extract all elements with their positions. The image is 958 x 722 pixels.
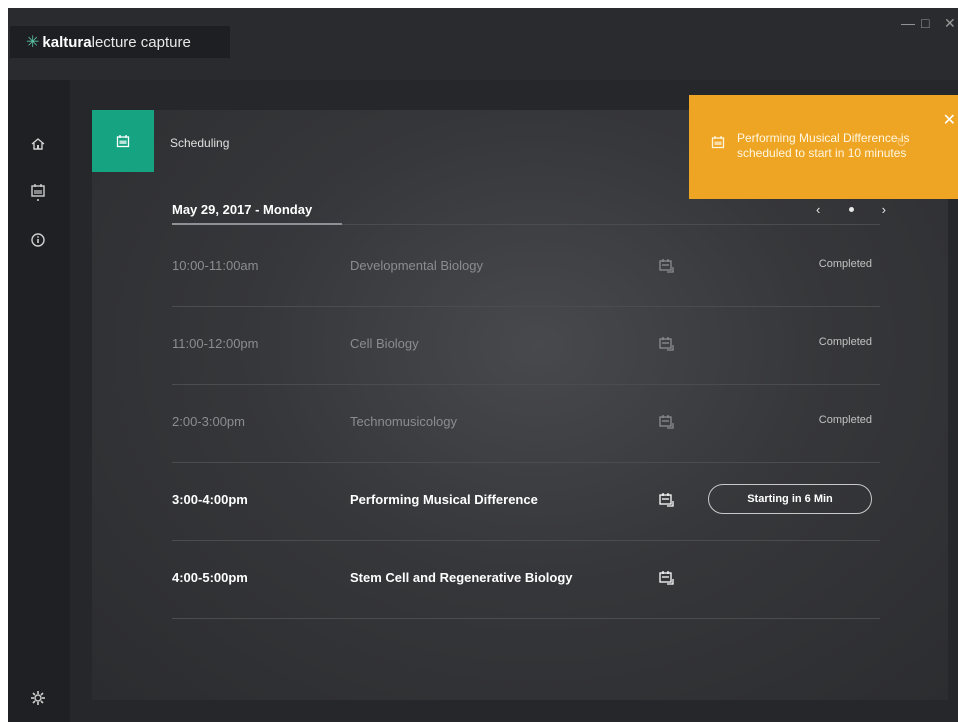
session-title: Cell Biology bbox=[350, 336, 419, 351]
sidebar-item-info[interactable] bbox=[26, 228, 50, 252]
table-row[interactable]: 2:00-3:00pm Technomusicology Completed bbox=[172, 384, 880, 463]
session-title: Performing Musical Difference bbox=[350, 492, 538, 507]
close-window-button[interactable]: ✕ bbox=[944, 16, 956, 30]
start-session-button[interactable]: Starting in 6 Min bbox=[708, 484, 872, 514]
table-row[interactable]: 4:00-5:00pm Stem Cell and Regenerative B… bbox=[172, 540, 880, 619]
panel-title: Scheduling bbox=[170, 136, 230, 150]
gear-icon bbox=[31, 691, 45, 705]
sidebar-item-home[interactable] bbox=[26, 132, 50, 156]
notification-message: Performing Musical Difference is schedul… bbox=[737, 131, 910, 160]
status-label: Completed bbox=[818, 414, 872, 426]
notification-toast: Performing Musical Difference is schedul… bbox=[689, 95, 958, 199]
status-label: Completed bbox=[818, 258, 872, 270]
calendar-icon bbox=[31, 184, 45, 201]
day-pager: ‹ › bbox=[816, 200, 886, 218]
session-title: Technomusicology bbox=[350, 414, 457, 429]
calendar-icon bbox=[659, 415, 674, 429]
brand-name-rest: lecture capture bbox=[91, 33, 191, 51]
session-time: 3:00-4:00pm bbox=[172, 492, 248, 507]
loading-icon: ↻ bbox=[896, 135, 907, 150]
sidebar-item-scheduling[interactable] bbox=[26, 180, 50, 204]
table-row[interactable]: 11:00-12:00pm Cell Biology Completed bbox=[172, 306, 880, 385]
info-icon bbox=[31, 233, 45, 247]
sidebar-item-settings[interactable] bbox=[26, 686, 50, 710]
calendar-icon bbox=[711, 136, 725, 149]
kaltura-logo-icon: ✳ bbox=[26, 34, 40, 51]
app-logo: ✳ kaltura lecture capture bbox=[10, 26, 230, 58]
next-day-button[interactable]: › bbox=[882, 202, 886, 217]
prev-day-button[interactable]: ‹ bbox=[816, 202, 820, 217]
date-underline bbox=[172, 223, 342, 225]
session-time: 11:00-12:00pm bbox=[172, 336, 259, 351]
sidebar bbox=[8, 80, 70, 722]
maximize-button[interactable]: □ bbox=[921, 16, 929, 30]
notification-close-button[interactable]: ✕ bbox=[943, 113, 956, 129]
brand-name-bold: kaltura bbox=[42, 33, 92, 51]
calendar-icon bbox=[659, 259, 674, 273]
table-row[interactable]: 10:00-11:00am Developmental Biology Comp… bbox=[172, 228, 880, 307]
home-icon bbox=[31, 138, 45, 150]
calendar-icon bbox=[659, 571, 674, 585]
status-label: Completed bbox=[818, 336, 872, 348]
title-bar: ✳ kaltura lecture capture — □ ✕ bbox=[8, 8, 958, 80]
schedule-date: May 29, 2017 - Monday bbox=[172, 202, 313, 217]
table-row[interactable]: 3:00-4:00pm Performing Musical Differenc… bbox=[172, 462, 880, 541]
minimize-button[interactable]: — bbox=[901, 16, 915, 30]
calendar-icon bbox=[659, 337, 674, 351]
calendar-icon bbox=[116, 135, 130, 148]
session-title: Developmental Biology bbox=[350, 258, 483, 273]
session-title: Stem Cell and Regenerative Biology bbox=[350, 570, 573, 585]
scheduling-tab[interactable] bbox=[92, 110, 154, 172]
session-time: 10:00-11:00am bbox=[172, 258, 259, 273]
session-time: 4:00-5:00pm bbox=[172, 570, 248, 585]
session-time: 2:00-3:00pm bbox=[172, 414, 245, 429]
pager-indicator bbox=[848, 206, 854, 212]
calendar-icon bbox=[659, 493, 674, 507]
